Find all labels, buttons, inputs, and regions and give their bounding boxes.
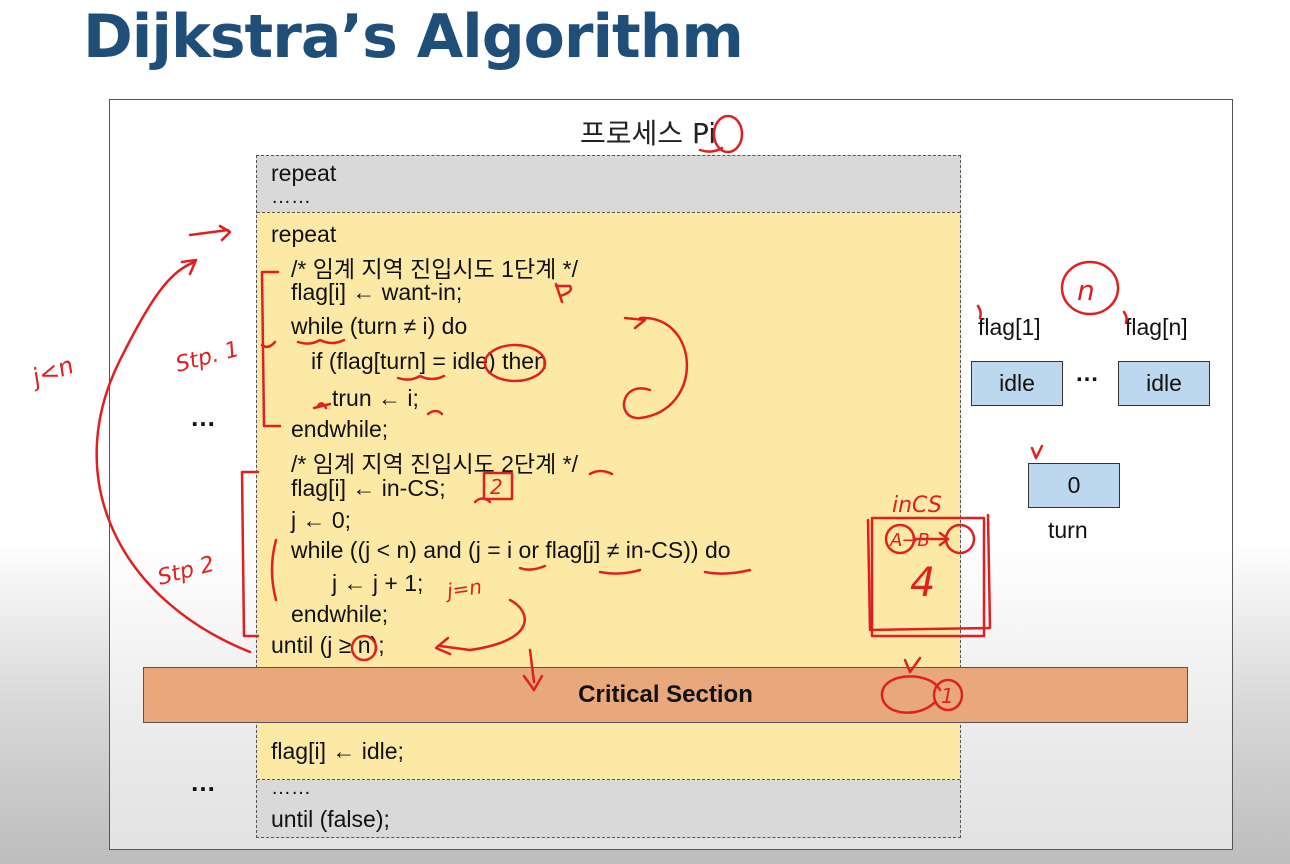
code-line: repeat bbox=[271, 221, 337, 247]
turn-cell: 0 bbox=[1028, 463, 1120, 508]
outer-ellipsis-top: …… bbox=[271, 186, 311, 208]
outer-until-false: until (false); bbox=[271, 806, 390, 832]
code-line: flag[i] ← want-in; bbox=[291, 279, 463, 305]
critical-section-bar: Critical Section bbox=[143, 667, 1188, 723]
outer-repeat-keyword: repeat bbox=[271, 160, 337, 186]
code-line: j ← j + 1; bbox=[332, 570, 424, 596]
turn-label: turn bbox=[1048, 517, 1088, 543]
code-line: while (turn ≠ i) do bbox=[291, 313, 468, 339]
flag-n-label: flag[n] bbox=[1125, 314, 1188, 340]
flag-ellipsis: … bbox=[1075, 360, 1099, 387]
code-comment: /* 임계 지역 진입시도 2단계 */ bbox=[291, 451, 579, 477]
code-line: while ((j < n) and (j = i or flag[j] ≠ i… bbox=[291, 537, 731, 563]
side-ellipsis-lower: … bbox=[190, 767, 216, 797]
code-line: flag[i] ← idle; bbox=[271, 738, 404, 764]
flag-1-label: flag[1] bbox=[978, 314, 1041, 340]
code-line: endwhile; bbox=[291, 416, 389, 442]
outer-ellipsis-bottom: …… bbox=[271, 777, 311, 799]
flag-1-cell: idle bbox=[971, 361, 1063, 406]
code-line: if (flag[turn] = idle) then bbox=[311, 348, 547, 374]
code-line: flag[i] ← in-CS; bbox=[291, 475, 446, 501]
code-line: until (j ≥ n); bbox=[271, 632, 385, 658]
slide-title: Dijkstra’s Algorithm bbox=[83, 2, 744, 72]
code-line: trun ← i; bbox=[332, 385, 419, 411]
process-label: 프로세스 Pi bbox=[580, 117, 716, 150]
flag-n-cell: idle bbox=[1118, 361, 1210, 406]
code-line: j ← 0; bbox=[291, 507, 352, 533]
code-line: endwhile; bbox=[291, 601, 389, 627]
side-ellipsis-upper: … bbox=[190, 402, 216, 432]
jn-handwriting: j<n bbox=[26, 351, 78, 393]
